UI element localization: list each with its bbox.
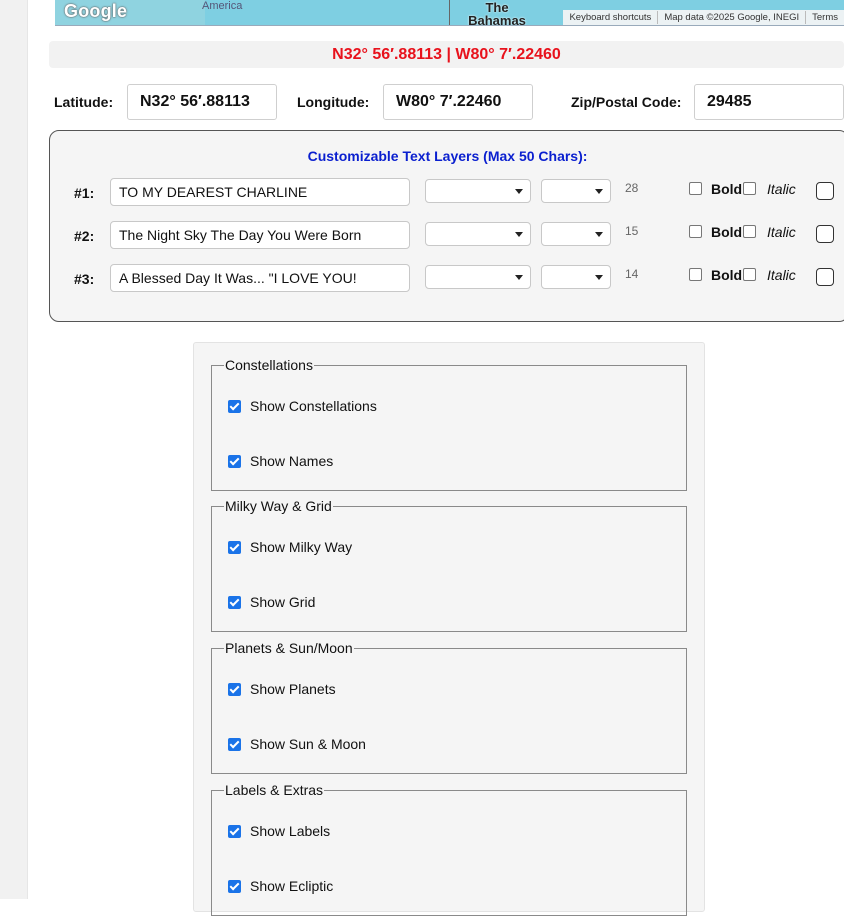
italic-checkbox[interactable] (743, 182, 756, 195)
option-label: Show Ecliptic (250, 878, 334, 894)
layer-number: #3: (74, 271, 95, 287)
layer-number: #2: (74, 228, 95, 244)
option-label: Show Labels (250, 823, 331, 839)
planets-sun-moon-group: Planets & Sun/Moon Show Planets Show Sun… (211, 640, 687, 774)
layer-text-input[interactable]: A Blessed Day It Was... "I LOVE YOU! (110, 264, 410, 292)
show-sun-moon-option[interactable]: Show Sun & Moon (228, 735, 366, 753)
show-labels-option[interactable]: Show Labels (228, 822, 330, 840)
font-select[interactable] (425, 179, 531, 203)
checkbox-checked[interactable] (228, 454, 241, 468)
option-label: Show Names (250, 453, 334, 469)
coordinates-banner: N32° 56′.88113 | W80° 7′.22460 (49, 41, 844, 68)
latitude-input[interactable]: N32° 56′.88113 (127, 84, 277, 120)
constellations-group: Constellations Show Constellations Show … (211, 357, 687, 491)
italic-label: Italic (767, 224, 796, 240)
bold-label: Bold (711, 224, 743, 240)
font-size-value: 15 (625, 224, 639, 238)
chevron-down-icon (595, 189, 603, 194)
checkbox-checked[interactable] (228, 737, 241, 751)
chevron-down-icon (515, 232, 523, 237)
show-names-option[interactable]: Show Names (228, 452, 333, 470)
show-planets-option[interactable]: Show Planets (228, 680, 336, 698)
layer-text-input[interactable]: The Night Sky The Day You Were Born (110, 221, 410, 249)
labels-extras-group: Labels & Extras Show Labels Show Eclipti… (211, 782, 687, 916)
map-label-bahamas: The Bahamas (468, 0, 526, 26)
checkbox-checked[interactable] (228, 879, 241, 893)
chevron-down-icon (515, 189, 523, 194)
bold-label: Bold (711, 181, 743, 197)
zip-label: Zip/Postal Code: (571, 94, 682, 110)
option-label: Show Grid (250, 594, 316, 610)
checkbox-checked[interactable] (228, 595, 241, 609)
layer-text-input[interactable]: TO MY DEAREST CHARLINE (110, 178, 410, 206)
checkbox-checked[interactable] (228, 824, 241, 838)
longitude-label: Longitude: (297, 94, 370, 110)
color-select[interactable] (541, 265, 611, 289)
option-label: Show Sun & Moon (250, 736, 366, 752)
option-label: Show Constellations (250, 398, 377, 414)
italic-checkbox[interactable] (743, 268, 756, 281)
map-boundary-line (449, 0, 450, 25)
checkbox-checked[interactable] (228, 682, 241, 696)
text-layers-title: Customizable Text Layers (Max 50 Chars): (307, 148, 588, 164)
longitude-input[interactable]: W80° 7′.22460 (383, 84, 533, 120)
map-view[interactable]: Google America The Bahamas Keyboard shor… (55, 0, 844, 26)
chevron-down-icon (515, 275, 523, 280)
show-grid-option[interactable]: Show Grid (228, 593, 315, 611)
google-logo: Google (64, 1, 128, 21)
text-layers-panel: Customizable Text Layers (Max 50 Chars):… (49, 130, 844, 322)
color-select[interactable] (541, 179, 611, 203)
font-select[interactable] (425, 222, 531, 246)
group-legend: Labels & Extras (225, 782, 324, 798)
group-legend: Planets & Sun/Moon (225, 640, 353, 656)
option-label: Show Milky Way (250, 539, 353, 555)
coordinate-inputs-row: Latitude: N32° 56′.88113 Longitude: W80°… (0, 84, 844, 120)
text-layer-row-1: #1: TO MY DEAREST CHARLINE 28 Bold Itali… (50, 178, 844, 206)
group-legend: Milky Way & Grid (225, 498, 332, 514)
option-label: Show Planets (250, 681, 336, 697)
layer-enable-checkbox[interactable] (816, 225, 834, 243)
layer-enable-checkbox[interactable] (816, 182, 834, 200)
font-size-value: 28 (625, 181, 639, 195)
display-options-panel: Constellations Show Constellations Show … (193, 342, 705, 916)
bold-label: Bold (711, 267, 743, 283)
terms-link[interactable]: Terms (805, 11, 844, 24)
chevron-down-icon (595, 275, 603, 280)
group-legend: Constellations (225, 357, 313, 373)
latitude-label: Latitude: (54, 94, 114, 110)
text-layer-row-2: #2: The Night Sky The Day You Were Born … (50, 221, 844, 249)
page-gutter (0, 0, 28, 899)
show-ecliptic-option[interactable]: Show Ecliptic (228, 877, 333, 895)
italic-label: Italic (767, 181, 796, 197)
keyboard-shortcuts-link[interactable]: Keyboard shortcuts (563, 11, 657, 24)
layer-number: #1: (74, 185, 95, 201)
chevron-down-icon (595, 232, 603, 237)
milky-way-grid-group: Milky Way & Grid Show Milky Way Show Gri… (211, 498, 687, 632)
color-select[interactable] (541, 222, 611, 246)
italic-checkbox[interactable] (743, 225, 756, 238)
show-milky-way-option[interactable]: Show Milky Way (228, 538, 352, 556)
bold-checkbox[interactable] (689, 268, 702, 281)
checkbox-checked[interactable] (228, 399, 241, 413)
italic-label: Italic (767, 267, 796, 283)
zip-input[interactable]: 29485 (694, 84, 844, 120)
font-size-value: 14 (625, 267, 639, 281)
layer-enable-checkbox[interactable] (816, 268, 834, 286)
map-data-text: Map data ©2025 Google, INEGI (657, 11, 805, 24)
font-select[interactable] (425, 265, 531, 289)
checkbox-checked[interactable] (228, 540, 241, 554)
show-constellations-option[interactable]: Show Constellations (228, 397, 377, 415)
map-attribution: Keyboard shortcuts Map data ©2025 Google… (563, 10, 844, 25)
bold-checkbox[interactable] (689, 182, 702, 195)
map-label-america: America (202, 0, 243, 12)
text-layer-row-3: #3: A Blessed Day It Was... "I LOVE YOU!… (50, 264, 844, 292)
bold-checkbox[interactable] (689, 225, 702, 238)
